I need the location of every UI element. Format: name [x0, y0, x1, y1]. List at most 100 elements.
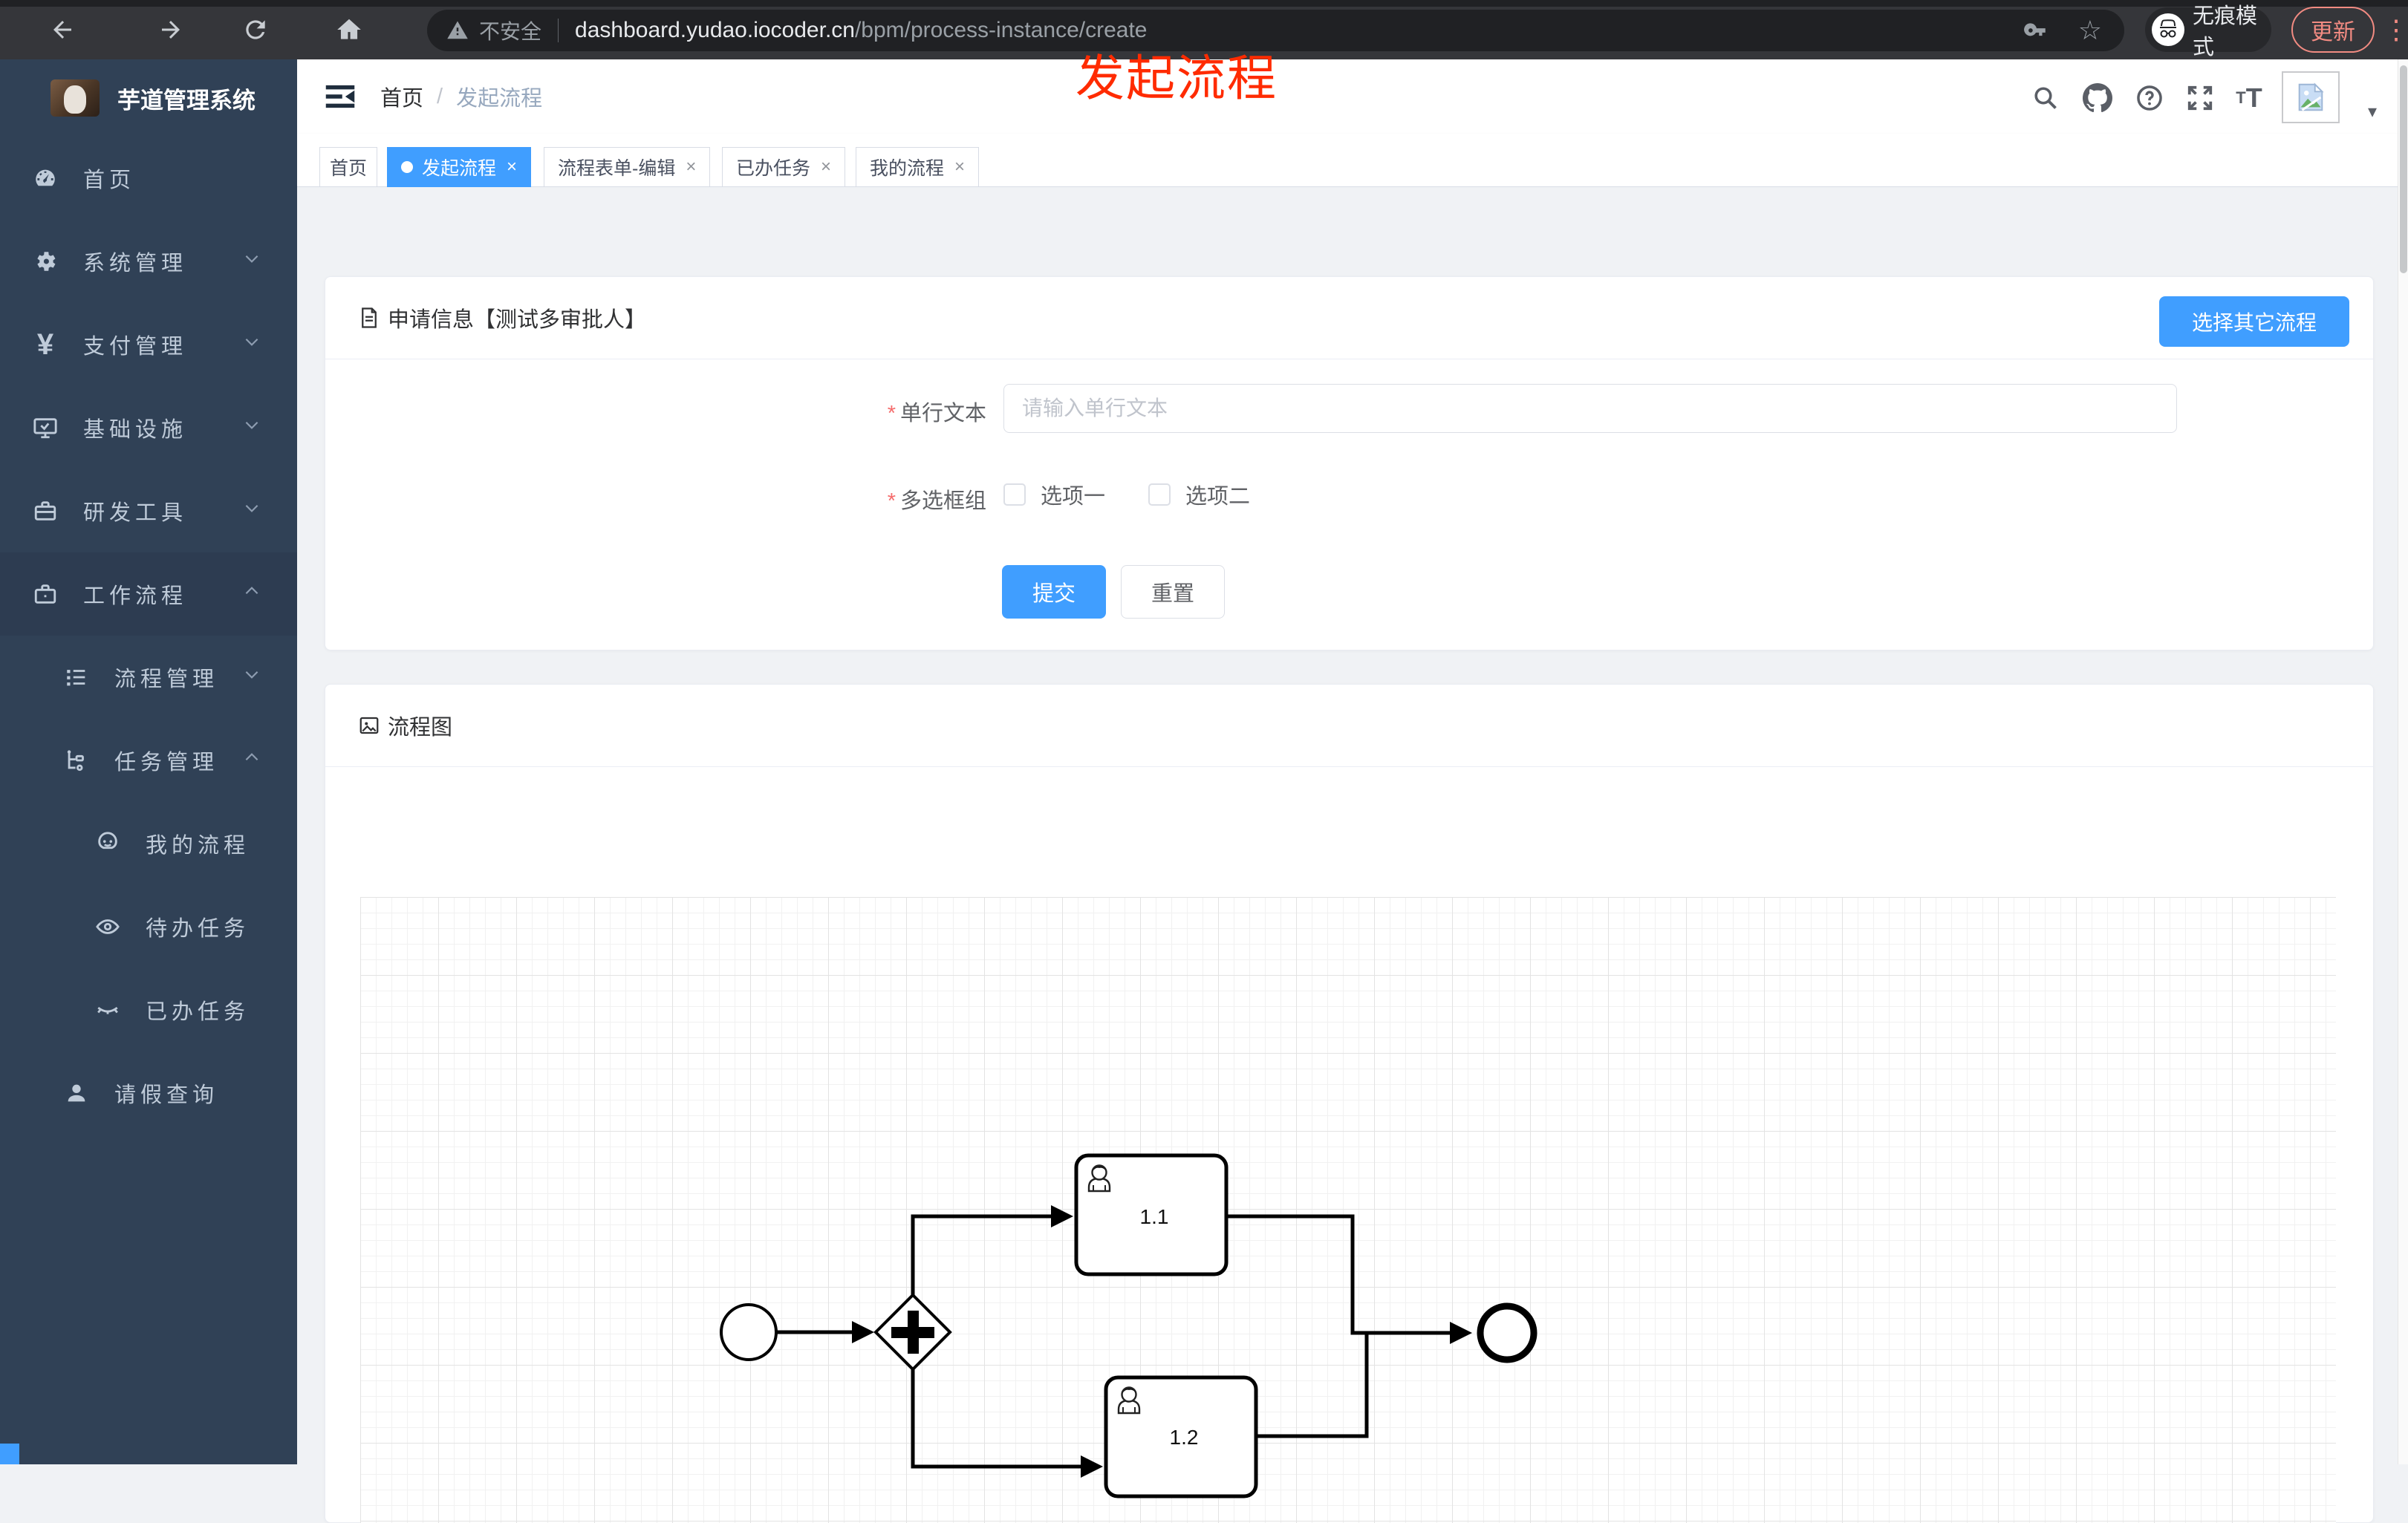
sidebar-item-payment[interactable]: ¥ 支付管理: [0, 303, 297, 386]
omnibox-divider: [558, 19, 559, 42]
sidebar-item-system[interactable]: 系统管理: [0, 220, 297, 303]
sidebar-item-task-management[interactable]: 任务管理: [0, 719, 297, 802]
browser-tabstrip: [0, 0, 2408, 7]
checkbox-icon[interactable]: [1148, 483, 1171, 506]
annotation-text: 发起流程: [1076, 50, 1278, 105]
tab-done-tasks[interactable]: 已办任务 ×: [722, 147, 846, 187]
sidebar-item-label: 工作流程: [83, 584, 188, 608]
app-logo-row[interactable]: 芋道管理系统: [0, 59, 297, 137]
browser-home-button[interactable]: [333, 13, 365, 46]
help-icon[interactable]: [2133, 82, 2166, 114]
chevron-up-icon: [242, 581, 261, 607]
search-icon[interactable]: [2029, 82, 2062, 114]
sidebar-item-label: 首页: [83, 169, 136, 192]
browser-menu-icon[interactable]: ⋮: [2383, 10, 2408, 49]
monitor-icon: [33, 415, 58, 440]
breadcrumb: 首页 / 发起流程: [380, 59, 542, 134]
eye-icon: [95, 914, 120, 939]
browser-back-button[interactable]: [46, 13, 79, 46]
sidebar-item-label: 支付管理: [83, 335, 188, 359]
flow-task1-merge: [1224, 1214, 1355, 1335]
avatar-caret-icon[interactable]: ▾: [2368, 101, 2377, 123]
browser-forward-button[interactable]: [154, 13, 187, 46]
app-title: 芋道管理系统: [117, 87, 256, 114]
tab-home[interactable]: 首页: [319, 147, 377, 187]
active-tab-dot: [401, 161, 413, 173]
close-icon[interactable]: ×: [821, 157, 831, 177]
font-size-icon[interactable]: TT: [2233, 82, 2265, 114]
fullscreen-icon[interactable]: [2184, 82, 2216, 114]
bpmn-canvas[interactable]: 1.1 1.2: [360, 897, 2336, 1523]
sidebar-item-home[interactable]: 首页: [0, 137, 297, 220]
flow-task2-merge: [1255, 1331, 1369, 1438]
arrowhead: [1081, 1455, 1103, 1478]
checkbox-option-2[interactable]: 选项二: [1148, 479, 1250, 510]
flow-chart-card: 流程图 1.1 1.2: [325, 684, 2374, 1523]
required-marker: *: [887, 489, 896, 513]
sidebar-collapse-icon[interactable]: [324, 80, 357, 113]
reset-button[interactable]: 重置: [1121, 565, 1225, 619]
toolbox-icon: [33, 498, 58, 524]
flow-chart-title: 流程图: [388, 716, 453, 740]
incognito-badge: 无痕模式: [2145, 4, 2271, 59]
chevron-down-icon: [242, 249, 261, 274]
picture-icon: [358, 714, 380, 737]
breadcrumb-home[interactable]: 首页: [380, 81, 423, 112]
bpmn-start-event[interactable]: [720, 1303, 778, 1361]
arrowhead: [1051, 1205, 1073, 1227]
page-content: 申请信息【测试多审批人】 选择其它流程 *单行文本 *多选框组 选项一 选项二 …: [297, 187, 2408, 1523]
avatar[interactable]: [2282, 71, 2340, 123]
sidebar-item-label: 流程管理: [114, 668, 219, 691]
url-text[interactable]: dashboard.yudao.iocoder.cn/bpm/process-i…: [575, 18, 2023, 43]
scrollbar-thumb[interactable]: [2400, 65, 2407, 273]
github-icon[interactable]: [2081, 82, 2114, 114]
apply-info-card: 申请信息【测试多审批人】 选择其它流程 *单行文本 *多选框组 选项一 选项二 …: [325, 276, 2374, 650]
sidebar-item-devtools[interactable]: 研发工具: [0, 469, 297, 552]
tag-view-bar: 首页 发起流程 × 流程表单-编辑 × 已办任务 × 我的流程 ×: [297, 134, 2408, 187]
sidebar-item-todo-tasks[interactable]: 待办任务: [0, 885, 297, 968]
text-field-label: * 单行文本: [887, 402, 986, 425]
single-line-text-input[interactable]: [1003, 384, 2177, 433]
chevron-down-icon: [242, 498, 261, 524]
not-secure-warning-icon: [446, 19, 469, 42]
sidebar-item-leave-query[interactable]: 请假查询: [0, 1051, 297, 1135]
flow-gateway-to-task1: [911, 1214, 1055, 1296]
page-scrollbar[interactable]: [2398, 59, 2408, 1464]
bpmn-end-event[interactable]: [1477, 1302, 1537, 1363]
submit-button[interactable]: 提交: [1002, 565, 1106, 619]
bookmark-star-icon[interactable]: ☆: [2078, 15, 2102, 46]
checkbox-icon[interactable]: [1003, 483, 1026, 506]
yen-icon: ¥: [36, 327, 54, 361]
password-key-icon[interactable]: [2023, 18, 2049, 43]
incognito-icon: [2151, 13, 2185, 47]
select-other-process-button[interactable]: 选择其它流程: [2159, 296, 2349, 347]
eye-closed-icon: [95, 997, 120, 1023]
close-icon[interactable]: ×: [954, 157, 965, 177]
sidebar-item-done-tasks[interactable]: 已办任务: [0, 968, 297, 1051]
apply-info-title: 申请信息【测试多审批人】: [388, 308, 647, 332]
sidebar-item-infrastructure[interactable]: 基础设施: [0, 386, 297, 469]
not-secure-label[interactable]: 不安全: [479, 16, 541, 45]
sidebar-item-label: 待办任务: [146, 917, 250, 941]
close-icon[interactable]: ×: [507, 157, 517, 177]
tab-start-process[interactable]: 发起流程 ×: [387, 147, 532, 187]
tab-process-form-edit[interactable]: 流程表单-编辑 ×: [544, 147, 711, 187]
bpmn-diagram: 1.1 1.2: [720, 1153, 1537, 1498]
incognito-label: 无痕模式: [2193, 4, 2258, 59]
apply-info-card-header: 申请信息【测试多审批人】 选择其它流程: [325, 277, 2373, 359]
dashboard-icon: [33, 166, 58, 191]
task-label: 1.2: [1170, 1426, 1199, 1449]
sidebar-item-label: 系统管理: [83, 252, 188, 275]
browser-reload-button[interactable]: [239, 13, 272, 46]
checkbox-option-1[interactable]: 选项一: [1003, 479, 1105, 510]
broken-image-icon: [2298, 82, 2324, 111]
chevron-down-icon: [242, 332, 261, 357]
sidebar-item-process-management[interactable]: 流程管理: [0, 636, 297, 719]
sidebar-item-workflow[interactable]: 工作流程: [0, 552, 297, 636]
flow-gateway-to-task2: [911, 1369, 1084, 1469]
list-tree-icon: [64, 665, 89, 690]
tab-my-process[interactable]: 我的流程 ×: [856, 147, 980, 187]
sidebar-item-my-process[interactable]: 我的流程: [0, 802, 297, 885]
browser-update-button[interactable]: 更新: [2291, 7, 2375, 53]
close-icon[interactable]: ×: [686, 157, 696, 177]
